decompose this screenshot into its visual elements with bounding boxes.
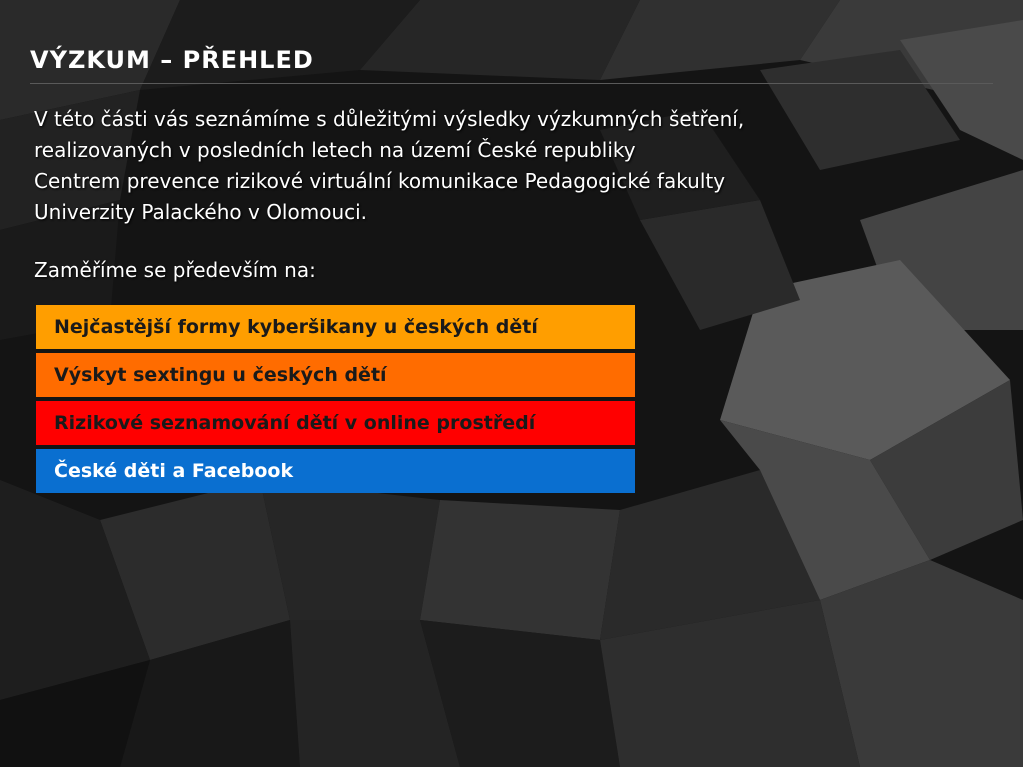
topic-cyberbullying-button[interactable]: Nejčastější formy kyberšikany u českých …: [36, 305, 635, 349]
intro-line: Centrem prevence rizikové virtuální komu…: [34, 169, 726, 193]
focus-label: Zaměříme se především na:: [34, 258, 316, 282]
intro-line: Univerzity Palackého v Olomouci.: [34, 200, 368, 224]
topic-online-dating-button[interactable]: Rizikové seznamování dětí v online prost…: [36, 401, 635, 445]
title-divider: [30, 83, 993, 84]
slide-title: VÝZKUM – PŘEHLED: [30, 46, 314, 74]
topic-sexting-button[interactable]: Výskyt sextingu u českých dětí: [36, 353, 635, 397]
topic-facebook-button[interactable]: České děti a Facebook: [36, 449, 635, 493]
intro-line: V této části vás seznámíme s důležitými …: [34, 107, 745, 131]
intro-paragraph: V této části vás seznámíme s důležitými …: [34, 104, 914, 228]
intro-line: realizovaných v posledních letech na úze…: [34, 138, 636, 162]
topic-list: Nejčastější formy kyberšikany u českých …: [36, 305, 635, 497]
